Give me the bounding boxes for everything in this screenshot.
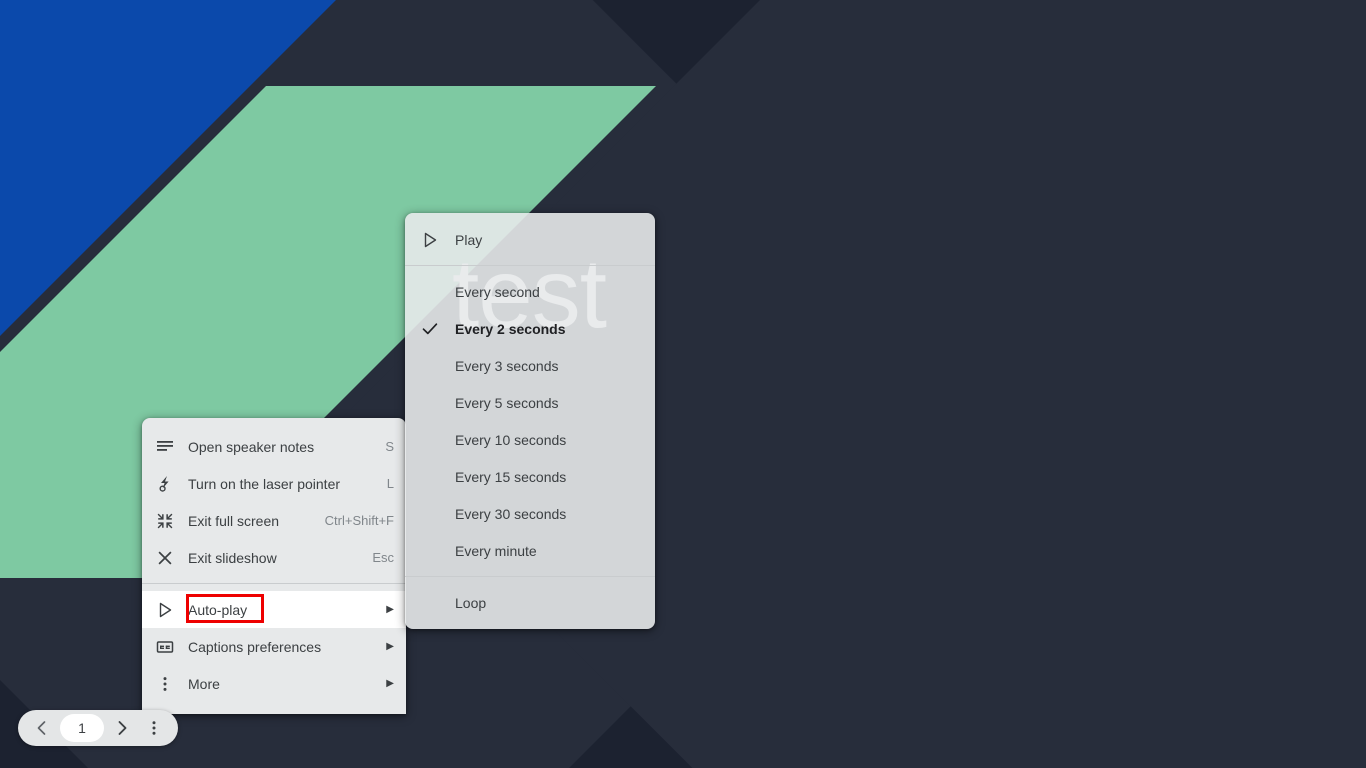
notes-icon — [142, 438, 188, 456]
submenu-item-play[interactable]: Play — [405, 221, 655, 258]
submenu-item-label: Every 15 seconds — [455, 468, 567, 485]
submenu-item-label: Every 2 seconds — [455, 320, 566, 337]
slideshow-options-button[interactable] — [138, 712, 170, 744]
menu-item-shortcut: Esc — [372, 550, 394, 565]
menu-item-shortcut: Ctrl+Shift+F — [324, 513, 394, 528]
chevron-right-icon: ▶ — [386, 604, 394, 615]
menu-item-exit-slideshow[interactable]: Exit slideshow Esc — [142, 539, 406, 576]
play-icon — [405, 231, 455, 249]
menu-separator — [142, 583, 406, 584]
submenu-item-every-3-seconds[interactable]: Every 3 seconds — [405, 347, 655, 384]
submenu-item-every-2-seconds[interactable]: Every 2 seconds — [405, 310, 655, 347]
submenu-item-every-minute[interactable]: Every minute — [405, 532, 655, 569]
menu-item-captions-preferences[interactable]: Captions preferences ▶ — [142, 628, 406, 665]
laser-pointer-icon — [142, 475, 188, 493]
menu-item-label: Open speaker notes — [188, 438, 315, 455]
chevron-right-icon: ▶ — [386, 678, 394, 689]
submenu-item-label: Loop — [455, 594, 487, 611]
auto-play-submenu[interactable]: Play Every second Every 2 seconds Every … — [405, 213, 655, 629]
more-vert-icon — [142, 675, 188, 693]
submenu-item-label: Every 30 seconds — [455, 505, 567, 522]
submenu-item-every-10-seconds[interactable]: Every 10 seconds — [405, 421, 655, 458]
check-icon — [405, 320, 455, 338]
play-icon — [142, 601, 188, 619]
more-vert-icon — [145, 719, 163, 737]
close-icon — [142, 549, 188, 567]
submenu-item-every-30-seconds[interactable]: Every 30 seconds — [405, 495, 655, 532]
menu-item-label: Turn on the laser pointer — [188, 475, 341, 492]
slideshow-context-menu[interactable]: Open speaker notes S Turn on the laser p… — [142, 418, 406, 714]
menu-item-exit-full-screen[interactable]: Exit full screen Ctrl+Shift+F — [142, 502, 406, 539]
menu-item-label: More — [188, 675, 220, 692]
submenu-item-label: Every 5 seconds — [455, 394, 559, 411]
exit-fullscreen-icon — [142, 512, 188, 530]
menu-item-label: Captions preferences — [188, 638, 322, 655]
slideshow-navigation-bar[interactable]: 1 — [18, 710, 178, 746]
slide-number-value: 1 — [78, 720, 86, 736]
submenu-item-every-second[interactable]: Every second — [405, 273, 655, 310]
menu-item-auto-play[interactable]: Auto-play ▶ — [142, 591, 406, 628]
chevron-right-icon — [113, 719, 131, 737]
submenu-item-label: Play — [455, 231, 483, 248]
menu-item-more[interactable]: More ▶ — [142, 665, 406, 702]
menu-item-label: Exit full screen — [188, 512, 280, 529]
previous-slide-button[interactable] — [26, 712, 58, 744]
captions-icon — [142, 638, 188, 656]
slideshow-stage: test Open speaker notes S Turn on the l — [0, 0, 1366, 768]
submenu-separator — [405, 265, 655, 266]
slide-number-indicator[interactable]: 1 — [60, 714, 104, 742]
submenu-item-label: Every 10 seconds — [455, 431, 567, 448]
menu-item-shortcut: L — [386, 476, 394, 491]
submenu-item-label: Every 3 seconds — [455, 357, 559, 374]
submenu-item-label: Every minute — [455, 542, 537, 559]
submenu-item-every-15-seconds[interactable]: Every 15 seconds — [405, 458, 655, 495]
chevron-right-icon: ▶ — [386, 641, 394, 652]
menu-item-label: Auto-play — [188, 601, 248, 618]
submenu-item-label: Every second — [455, 283, 540, 300]
menu-item-shortcut: S — [385, 439, 394, 454]
menu-item-label: Exit slideshow — [188, 549, 277, 566]
menu-item-turn-on-laser-pointer[interactable]: Turn on the laser pointer L — [142, 465, 406, 502]
submenu-item-loop[interactable]: Loop — [405, 584, 655, 621]
submenu-item-every-5-seconds[interactable]: Every 5 seconds — [405, 384, 655, 421]
menu-item-open-speaker-notes[interactable]: Open speaker notes S — [142, 428, 406, 465]
chevron-left-icon — [33, 719, 51, 737]
submenu-separator-loop — [405, 576, 655, 577]
next-slide-button[interactable] — [106, 712, 138, 744]
